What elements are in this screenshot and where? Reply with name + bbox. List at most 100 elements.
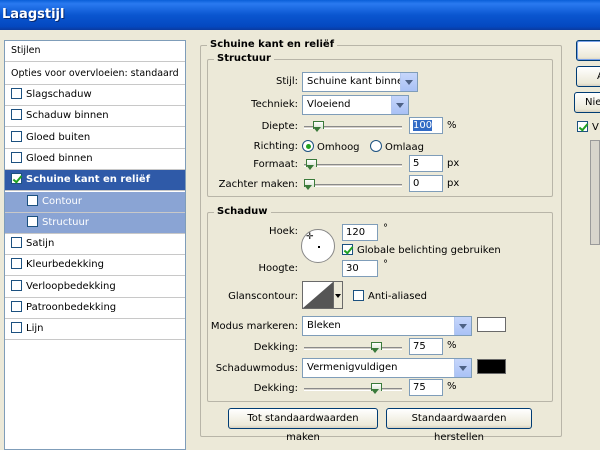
sidebar-item-schaduw-binnen[interactable]: Schaduw binnen bbox=[5, 106, 185, 128]
checkbox-unchecked-icon[interactable] bbox=[27, 215, 38, 227]
size-unit: px bbox=[447, 158, 460, 169]
checkbox-unchecked-icon[interactable] bbox=[11, 151, 22, 163]
soften-slider-thumb[interactable] bbox=[304, 179, 315, 190]
shadow-opacity-thumb[interactable] bbox=[370, 383, 382, 394]
altitude-label: Hoogte: bbox=[258, 263, 298, 274]
style-select-value: Schuine kant binnen bbox=[307, 76, 410, 87]
angle-unit: ° bbox=[383, 223, 388, 234]
checkbox-unchecked-icon[interactable] bbox=[11, 322, 22, 334]
gloss-contour-swatch[interactable] bbox=[302, 281, 334, 309]
sidebar-item-kleurbedekking[interactable]: Kleurbedekking bbox=[5, 255, 185, 277]
shadow-opacity-label: Dekking: bbox=[253, 383, 298, 394]
shading-title: Schaduw bbox=[214, 206, 271, 217]
angle-dial[interactable]: ✛ bbox=[301, 229, 335, 263]
sidebar-item-inner: Slagschaduw bbox=[11, 88, 92, 100]
checkbox-unchecked-icon[interactable] bbox=[11, 109, 22, 121]
soften-slider[interactable] bbox=[304, 179, 402, 190]
style-select[interactable]: Schuine kant binnen bbox=[302, 72, 418, 92]
chevron-down-icon bbox=[454, 317, 471, 335]
size-slider[interactable] bbox=[304, 159, 402, 170]
checkbox-unchecked-icon[interactable] bbox=[27, 194, 38, 206]
sidebar-item-inner: Contour bbox=[11, 194, 82, 207]
highlight-opacity-thumb[interactable] bbox=[370, 342, 382, 353]
sidebar-item-gloed-buiten[interactable]: Gloed buiten bbox=[5, 128, 185, 149]
checkbox-unchecked-icon[interactable] bbox=[11, 279, 22, 291]
sidebar-item-label: Lijn bbox=[26, 323, 44, 335]
styles-sidebar: Stijlen Opties voor overvloeien: standaa… bbox=[4, 40, 186, 450]
sidebar-item-structuur[interactable]: Structuur bbox=[5, 212, 185, 234]
sidebar-item-satijn[interactable]: Satijn bbox=[5, 234, 185, 256]
sidebar-item-inner: Schaduw binnen bbox=[11, 109, 109, 121]
highlight-mode-value: Bleken bbox=[307, 320, 341, 331]
size-input[interactable]: 5 bbox=[409, 155, 443, 172]
sidebar-item-contour[interactable]: Contour bbox=[5, 191, 185, 213]
sidebar-item-slagschaduw[interactable]: Slagschaduw bbox=[5, 85, 185, 106]
style-preview-thumbnail bbox=[590, 140, 600, 245]
sidebar-header-styles[interactable]: Stijlen bbox=[5, 41, 185, 62]
direction-down-radio[interactable]: Omlaag bbox=[370, 140, 424, 153]
sidebar-item-label: Gloed binnen bbox=[26, 152, 93, 164]
radio-on-icon bbox=[302, 140, 314, 152]
size-slider-thumb[interactable] bbox=[305, 159, 317, 170]
checkbox-unchecked-icon[interactable] bbox=[11, 130, 22, 142]
preview-checkbox[interactable]: V bbox=[577, 121, 599, 133]
make-default-button[interactable]: Tot standaardwaarden maken bbox=[228, 408, 378, 443]
shadow-opacity-unit: % bbox=[447, 381, 457, 392]
reset-default-button[interactable]: Standaardwaarden herstellen bbox=[386, 408, 532, 443]
checkbox-unchecked-icon[interactable] bbox=[11, 237, 22, 249]
sidebar-item-inner: Patroonbedekking bbox=[11, 301, 117, 313]
chevron-down-icon bbox=[400, 73, 417, 91]
sidebar-item-lijn[interactable]: Lijn bbox=[5, 319, 185, 341]
new-style-button[interactable]: Nie bbox=[574, 92, 600, 113]
checkbox-checked-icon bbox=[577, 121, 588, 132]
sidebar-item-inner: Structuur bbox=[11, 215, 89, 228]
highlight-opacity-slider[interactable] bbox=[304, 342, 402, 353]
checkbox-unchecked-icon[interactable] bbox=[11, 258, 22, 270]
depth-slider[interactable] bbox=[304, 121, 402, 132]
shadow-mode-select[interactable]: Vermenigvuldigen bbox=[302, 358, 472, 378]
new-style-button-label: Nie bbox=[585, 97, 600, 108]
checkbox-unchecked-icon[interactable] bbox=[11, 88, 22, 99]
depth-input[interactable]: 100 bbox=[409, 117, 443, 134]
checkbox-unchecked-icon[interactable] bbox=[11, 301, 22, 312]
window-title: Laagstijl bbox=[2, 7, 65, 22]
shadow-opacity-slider[interactable] bbox=[304, 383, 402, 394]
depth-slider-thumb[interactable] bbox=[312, 121, 324, 132]
highlight-opacity-value: 75 bbox=[413, 341, 426, 352]
crosshair-icon: ✛ bbox=[306, 232, 314, 242]
gloss-contour-dropdown[interactable] bbox=[334, 281, 343, 309]
cancel-button[interactable]: A bbox=[576, 66, 600, 87]
soften-input[interactable]: 0 bbox=[409, 175, 443, 192]
technique-select[interactable]: Vloeiend bbox=[302, 95, 409, 115]
ok-button[interactable] bbox=[576, 40, 600, 61]
global-light-checkbox[interactable]: Globale belichting gebruiken bbox=[342, 244, 501, 256]
depth-unit: % bbox=[447, 120, 457, 131]
chevron-down-icon bbox=[391, 96, 408, 114]
soften-input-value: 0 bbox=[413, 178, 420, 189]
size-input-value: 5 bbox=[413, 158, 420, 169]
global-light-label: Globale belichting gebruiken bbox=[357, 245, 501, 256]
altitude-input[interactable]: 30 bbox=[342, 260, 378, 277]
shadow-opacity-input[interactable]: 75 bbox=[409, 379, 443, 396]
radio-off-icon bbox=[370, 140, 382, 152]
sidebar-item-patroonbedekking[interactable]: Patroonbedekking bbox=[5, 298, 185, 319]
sidebar-item-gloed-binnen[interactable]: Gloed binnen bbox=[5, 149, 185, 170]
anti-aliased-checkbox[interactable]: Anti-aliased bbox=[353, 290, 427, 302]
sidebar-item-verloopbedekking[interactable]: Verloopbedekking bbox=[5, 277, 185, 298]
style-label: Stijl: bbox=[276, 76, 298, 87]
highlight-opacity-input[interactable]: 75 bbox=[409, 338, 443, 355]
sidebar-item-label: Slagschaduw bbox=[26, 89, 92, 100]
direction-up-radio[interactable]: Omhoog bbox=[302, 140, 360, 153]
soften-unit: px bbox=[447, 178, 460, 189]
checkbox-checked-icon[interactable] bbox=[11, 173, 22, 185]
highlight-color-swatch[interactable] bbox=[477, 317, 506, 332]
sidebar-blend-options[interactable]: Opties voor overvloeien: standaard bbox=[5, 64, 185, 85]
sidebar-item-label: Contour bbox=[42, 195, 82, 207]
shadow-color-swatch[interactable] bbox=[477, 359, 506, 374]
sidebar-item-label: Patroonbedekking bbox=[26, 302, 117, 313]
highlight-mode-select[interactable]: Bleken bbox=[302, 316, 472, 336]
sidebar-item-schuine-kant-en-reli-f[interactable]: Schuine kant en reliëf bbox=[5, 170, 185, 192]
angle-label: Hoek: bbox=[269, 226, 298, 237]
angle-input[interactable]: 120 bbox=[342, 224, 378, 241]
direction-up-label: Omhoog bbox=[317, 142, 360, 153]
